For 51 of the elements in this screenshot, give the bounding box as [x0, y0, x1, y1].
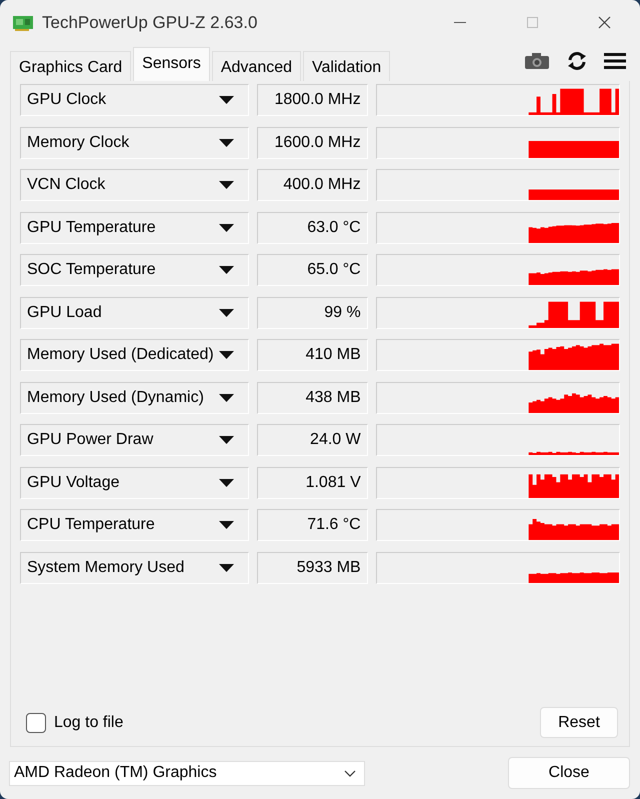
refresh-icon[interactable] [566, 49, 588, 73]
sensor-reading: 1.081 V [257, 466, 368, 498]
window-title: TechPowerUp GPU-Z 2.63.0 [42, 12, 258, 34]
dropdown-arrow-icon [219, 266, 234, 274]
sensor-selector[interactable]: Memory Clock [20, 126, 250, 158]
sensor-selector[interactable]: SOC Temperature [20, 254, 250, 286]
dropdown-arrow-icon [219, 181, 234, 189]
sensor-reading: 24.0 W [257, 424, 368, 456]
dropdown-arrow-icon [219, 351, 234, 359]
sensor-reading: 1800.0 MHz [257, 84, 368, 116]
sensor-selector[interactable]: System Memory Used [20, 552, 250, 584]
dropdown-arrow-icon [219, 308, 234, 316]
sensor-reading: 71.6 °C [257, 509, 368, 541]
dropdown-arrow-icon [219, 394, 234, 402]
sensor-selector[interactable]: GPU Temperature [20, 212, 250, 244]
dropdown-arrow-icon [219, 224, 234, 232]
sensor-reading: 400.0 MHz [257, 169, 368, 201]
sensor-selector[interactable]: GPU Load [20, 296, 250, 328]
sensor-selector[interactable]: Memory Used (Dynamic) [20, 382, 250, 414]
sensor-selector[interactable]: Memory Used (Dedicated) [20, 339, 250, 371]
sensor-reading: 65.0 °C [257, 254, 368, 286]
device-dropdown[interactable]: AMD Radeon (TM) Graphics [9, 760, 365, 786]
sensor-selector[interactable]: VCN Clock [20, 169, 250, 201]
dropdown-arrow-icon [219, 96, 234, 104]
dropdown-arrow-icon [219, 521, 234, 529]
chevron-down-icon [344, 770, 356, 776]
tab[interactable]: Validation [303, 51, 390, 81]
close-button[interactable]: Close [508, 757, 630, 789]
dropdown-arrow-icon [219, 436, 234, 444]
dropdown-arrow-icon [219, 478, 234, 486]
close-icon[interactable] [598, 16, 610, 29]
dropdown-arrow-icon [219, 138, 234, 146]
tab[interactable]: Sensors [133, 47, 210, 81]
sensor-reading: 5933 MB [257, 552, 368, 584]
sensor-reading: 438 MB [257, 382, 368, 414]
sensor-reading: 1600.0 MHz [257, 126, 368, 158]
tab[interactable]: Advanced [212, 51, 302, 81]
sensor-selector[interactable]: GPU Power Draw [20, 424, 250, 456]
sensor-reading: 99 % [257, 296, 368, 328]
minimize-icon[interactable] [454, 22, 466, 24]
sensor-selector[interactable]: GPU Voltage [20, 466, 250, 498]
checkbox-label: Log to file [54, 712, 124, 732]
checkbox[interactable] [26, 712, 46, 732]
reset-button[interactable]: Reset [540, 707, 618, 738]
tab[interactable]: Graphics Card [10, 51, 132, 81]
sensor-selector[interactable]: GPU Clock [20, 84, 250, 116]
app-icon [12, 14, 34, 32]
dropdown-arrow-icon [219, 564, 234, 572]
sensor-selector[interactable]: CPU Temperature [20, 509, 250, 541]
sensor-reading: 410 MB [257, 339, 368, 371]
sensor-reading: 63.0 °C [257, 212, 368, 244]
